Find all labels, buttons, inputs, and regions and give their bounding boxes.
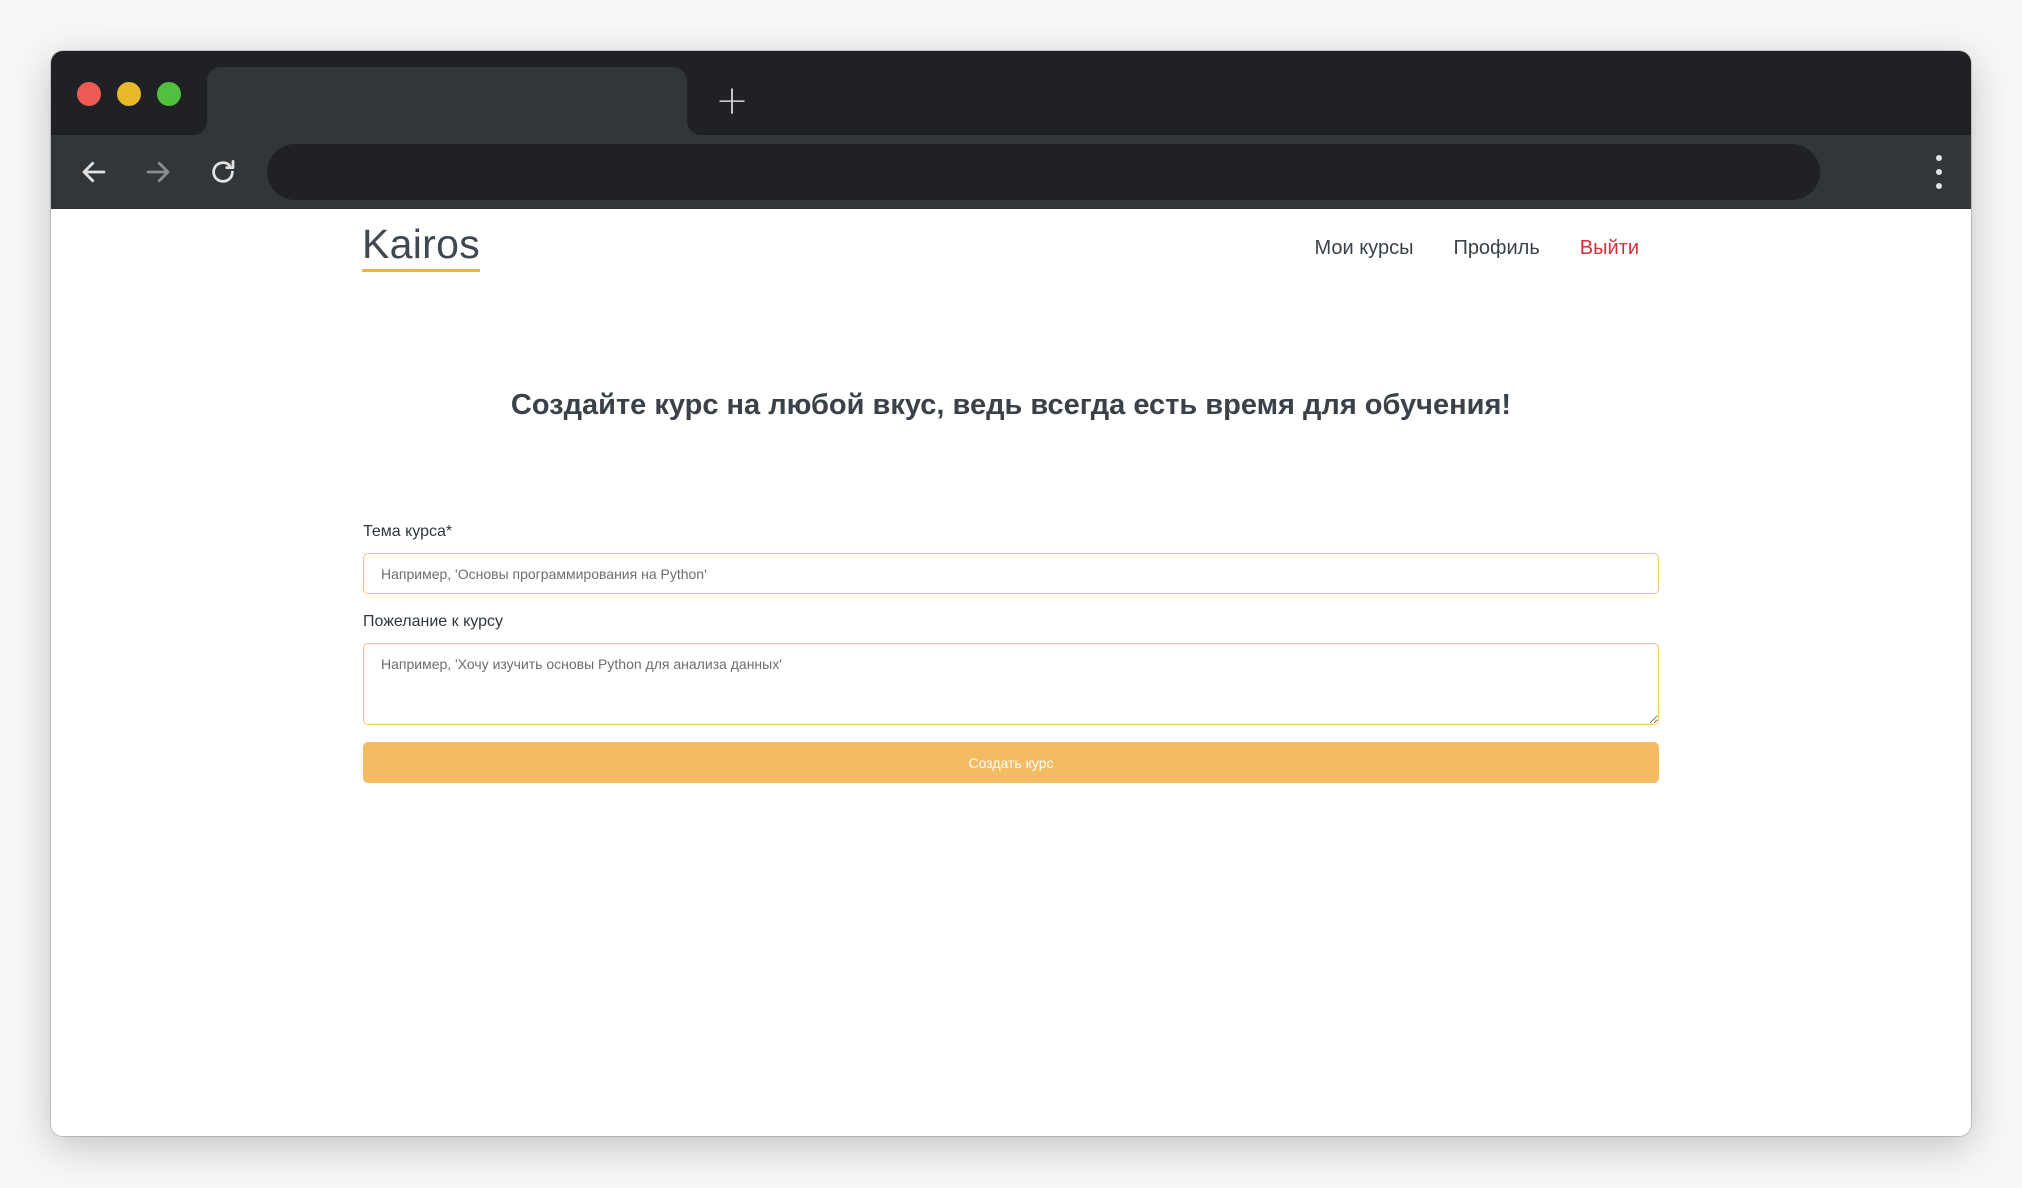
tab-strip: + — [51, 51, 1971, 135]
topic-label: Тема курса* — [363, 523, 453, 540]
web-page: Kairos Мои курсы Профиль Выйти Создайте … — [51, 209, 1971, 1136]
maximize-window-button[interactable] — [157, 82, 181, 106]
browser-toolbar — [51, 135, 1971, 209]
minimize-window-button[interactable] — [117, 82, 141, 106]
wish-textarea[interactable] — [363, 643, 1659, 725]
screen: + Kairos Мои курсы Профиль Выйти Создайт… — [0, 0, 2022, 1188]
nav-my-courses-link[interactable]: Мои курсы — [1314, 235, 1413, 261]
close-window-button[interactable] — [77, 82, 101, 106]
topic-input[interactable] — [363, 553, 1659, 594]
nav-logout-link[interactable]: Выйти — [1580, 235, 1639, 261]
wish-label: Пожелание к курсу — [363, 613, 503, 630]
back-arrow-icon — [82, 161, 106, 183]
reload-button[interactable] — [203, 152, 243, 192]
reload-icon — [212, 160, 235, 183]
nav-profile-link[interactable]: Профиль — [1453, 235, 1539, 261]
new-tab-button[interactable]: + — [712, 81, 752, 121]
forward-arrow-icon — [146, 161, 170, 183]
forward-button[interactable] — [138, 152, 178, 192]
browser-tab[interactable] — [193, 67, 701, 135]
site-logo[interactable]: Kairos — [362, 221, 481, 272]
kebab-menu-icon[interactable] — [1933, 155, 1945, 189]
browser-window: + Kairos Мои курсы Профиль Выйти Создайт… — [51, 51, 1971, 1136]
top-nav: Мои курсы Профиль Выйти — [1314, 235, 1639, 261]
address-bar[interactable] — [267, 144, 1820, 200]
create-course-form: Тема курса* Пожелание к курсу Создать ку… — [363, 522, 1659, 783]
page-headline: Создайте курс на любой вкус, ведь всегда… — [510, 389, 1512, 421]
back-button[interactable] — [74, 152, 114, 192]
create-course-button[interactable]: Создать курс — [363, 742, 1659, 783]
